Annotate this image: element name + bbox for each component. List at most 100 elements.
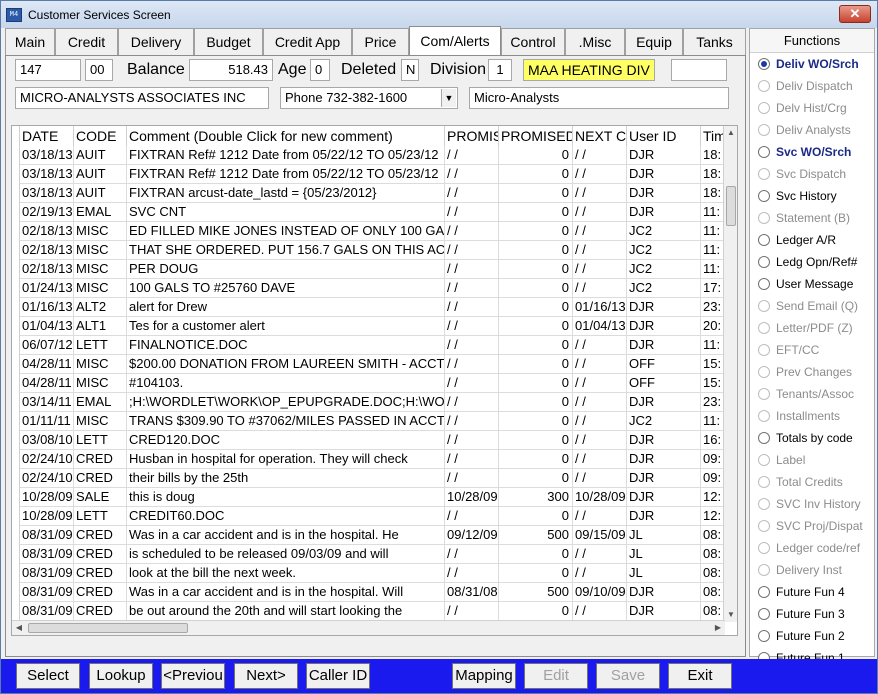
table-row[interactable]: 03/18/13 AUIT FIXTRAN arcust-date_lastd = … <box>20 184 725 203</box>
customer-name-field[interactable]: MICRO-ANALYSTS ASSOCIATES INC <box>15 87 269 109</box>
radio-icon[interactable] <box>758 278 770 290</box>
comments-grid[interactable]: DATE CODE Comment (Double Click for new co… <box>11 125 738 636</box>
radio-icon[interactable] <box>758 58 770 70</box>
row-selector-column[interactable] <box>12 126 20 635</box>
function-delv-hist-crg[interactable]: Delv Hist/Crg <box>750 97 874 119</box>
short-name-field[interactable]: Micro-Analysts <box>469 87 729 109</box>
table-row[interactable]: 02/18/13 MISC THAT SHE ORDERED. PUT 156.7 … <box>20 241 725 260</box>
column-header[interactable]: Tim <box>701 126 725 146</box>
function-svc-inv-history[interactable]: SVC Inv History <box>750 493 874 515</box>
tab-credit-app[interactable]: Credit App <box>263 28 352 55</box>
function-deliv-dispatch[interactable]: Deliv Dispatch <box>750 75 874 97</box>
radio-icon[interactable] <box>758 190 770 202</box>
sub-number-field[interactable]: 00 <box>85 59 113 81</box>
table-row[interactable]: 02/18/13 MISC ED FILLED MIKE JONES INSTEAD… <box>20 222 725 241</box>
function-total-credits[interactable]: Total Credits <box>750 471 874 493</box>
table-row[interactable]: 02/19/13 EMAL SVC CNT / /0/ / DJR 11: <box>20 203 725 222</box>
next-button[interactable]: Next> <box>234 663 298 689</box>
function-letter-pdf-z[interactable]: Letter/PDF (Z) <box>750 317 874 339</box>
chevron-down-icon[interactable]: ▼ <box>441 89 456 107</box>
function-ledg-opn-ref[interactable]: Ledg Opn/Ref# <box>750 251 874 273</box>
table-row[interactable]: 04/28/11 MISC #104103. / /0/ / OFF 15: <box>20 374 725 393</box>
radio-icon[interactable] <box>758 586 770 598</box>
edit-button[interactable]: Edit <box>524 663 588 689</box>
caller-id-button[interactable]: Caller ID <box>306 663 370 689</box>
column-header[interactable]: Comment (Double Click for new comment) <box>127 126 445 146</box>
table-row[interactable]: 02/24/10 CRED their bills by the 25th / /0/… <box>20 469 725 488</box>
function-totals-by-code[interactable]: Totals by code <box>750 427 874 449</box>
scroll-down-icon[interactable]: ▼ <box>724 608 737 622</box>
scroll-right-icon[interactable]: ▶ <box>711 621 725 635</box>
radio-icon[interactable] <box>758 168 770 180</box>
tab-delivery[interactable]: Delivery <box>118 28 194 55</box>
table-row[interactable]: 08/31/09 CRED Was in a car accident and is… <box>20 583 725 602</box>
radio-icon[interactable] <box>758 410 770 422</box>
function-send-email-q[interactable]: Send Email (Q) <box>750 295 874 317</box>
table-row[interactable]: 03/18/13 AUIT FIXTRAN Ref# 1212 Date from … <box>20 165 725 184</box>
scroll-left-icon[interactable]: ◀ <box>12 621 26 635</box>
horizontal-scrollbar[interactable]: ◀ ▶ <box>12 620 725 635</box>
table-row[interactable]: 10/28/09 LETT CREDIT60.DOC / /0/ / DJR 12: <box>20 507 725 526</box>
function-svc-dispatch[interactable]: Svc Dispatch <box>750 163 874 185</box>
radio-icon[interactable] <box>758 234 770 246</box>
table-row[interactable]: 08/31/09 CRED be out around the 20th and … <box>20 602 725 621</box>
save-button[interactable]: Save <box>596 663 660 689</box>
table-row[interactable]: 04/28/11 MISC $200.00 DONATION FROM LAUREE… <box>20 355 725 374</box>
function-future-fun-4[interactable]: Future Fun 4 <box>750 581 874 603</box>
lookup-button[interactable]: Lookup <box>89 663 153 689</box>
table-row[interactable]: 03/14/11 EMAL ;H:\WORDLET\WORK\OP_EPUPGRAD… <box>20 393 725 412</box>
radio-icon[interactable] <box>758 256 770 268</box>
horizontal-scroll-thumb[interactable] <box>28 623 188 633</box>
division-field[interactable]: 1 <box>488 59 512 81</box>
column-header[interactable]: User ID <box>627 126 701 146</box>
radio-icon[interactable] <box>758 476 770 488</box>
table-row[interactable]: 06/07/12 LETT FINALNOTICE.DOC / /0/ / DJR 11: <box>20 336 725 355</box>
column-header[interactable]: PROMISED <box>499 126 573 146</box>
function-ledger-code-ref[interactable]: Ledger code/ref <box>750 537 874 559</box>
function-eft-cc[interactable]: EFT/CC <box>750 339 874 361</box>
radio-icon[interactable] <box>758 80 770 92</box>
tab-price[interactable]: Price <box>352 28 409 55</box>
radio-icon[interactable] <box>758 454 770 466</box>
exit-button[interactable]: Exit <box>668 663 732 689</box>
table-row[interactable]: 01/11/11 MISC TRANS $309.90 TO #37062/MILE… <box>20 412 725 431</box>
radio-icon[interactable] <box>758 366 770 378</box>
column-header[interactable]: CODE <box>74 126 127 146</box>
previou-button[interactable]: <Previou <box>161 663 225 689</box>
radio-icon[interactable] <box>758 146 770 158</box>
tab-misc[interactable]: .Misc <box>565 28 625 55</box>
function-statement-b[interactable]: Statement (B) <box>750 207 874 229</box>
function-label[interactable]: Label <box>750 449 874 471</box>
close-icon[interactable]: ✕ <box>839 5 871 23</box>
table-row[interactable]: 03/18/13 AUIT FIXTRAN Ref# 1212 Date from … <box>20 146 725 165</box>
vertical-scrollbar[interactable]: ▲ ▼ <box>723 126 737 622</box>
radio-icon[interactable] <box>758 388 770 400</box>
table-row[interactable]: 01/24/13 MISC 100 GALS TO #25760 DAVE / /0/… <box>20 279 725 298</box>
function-svc-history[interactable]: Svc History <box>750 185 874 207</box>
radio-icon[interactable] <box>758 322 770 334</box>
function-svc-proj-dispat[interactable]: SVC Proj/Dispat <box>750 515 874 537</box>
radio-icon[interactable] <box>758 212 770 224</box>
tab-main[interactable]: Main <box>5 28 55 55</box>
table-row[interactable]: 02/18/13 MISC PER DOUG / /0/ / JC2 11: <box>20 260 725 279</box>
radio-icon[interactable] <box>758 608 770 620</box>
radio-icon[interactable] <box>758 344 770 356</box>
tab-com-alerts[interactable]: Com/Alerts <box>409 26 501 55</box>
function-deliv-wo-srch[interactable]: Deliv WO/Srch <box>750 53 874 75</box>
table-row[interactable]: 08/31/09 CRED is scheduled to be released … <box>20 545 725 564</box>
phone-select[interactable]: Phone 732-382-1600 ▼ <box>280 87 458 109</box>
account-number-field[interactable]: 147 <box>15 59 81 81</box>
function-ledger-a-r[interactable]: Ledger A/R <box>750 229 874 251</box>
function-future-fun-3[interactable]: Future Fun 3 <box>750 603 874 625</box>
table-row[interactable]: 01/04/13 ALT1 Tes for a customer alert / /0… <box>20 317 725 336</box>
radio-icon[interactable] <box>758 432 770 444</box>
radio-icon[interactable] <box>758 124 770 136</box>
vertical-scroll-thumb[interactable] <box>726 186 736 226</box>
scroll-up-icon[interactable]: ▲ <box>724 126 737 140</box>
function-prev-changes[interactable]: Prev Changes <box>750 361 874 383</box>
radio-icon[interactable] <box>758 564 770 576</box>
column-header[interactable]: DATE <box>20 126 74 146</box>
tab-budget[interactable]: Budget <box>194 28 263 55</box>
table-row[interactable]: 01/16/13 ALT2 alert for Drew / /0 01/16/13 DJ… <box>20 298 725 317</box>
mapping-button[interactable]: Mapping <box>452 663 516 689</box>
